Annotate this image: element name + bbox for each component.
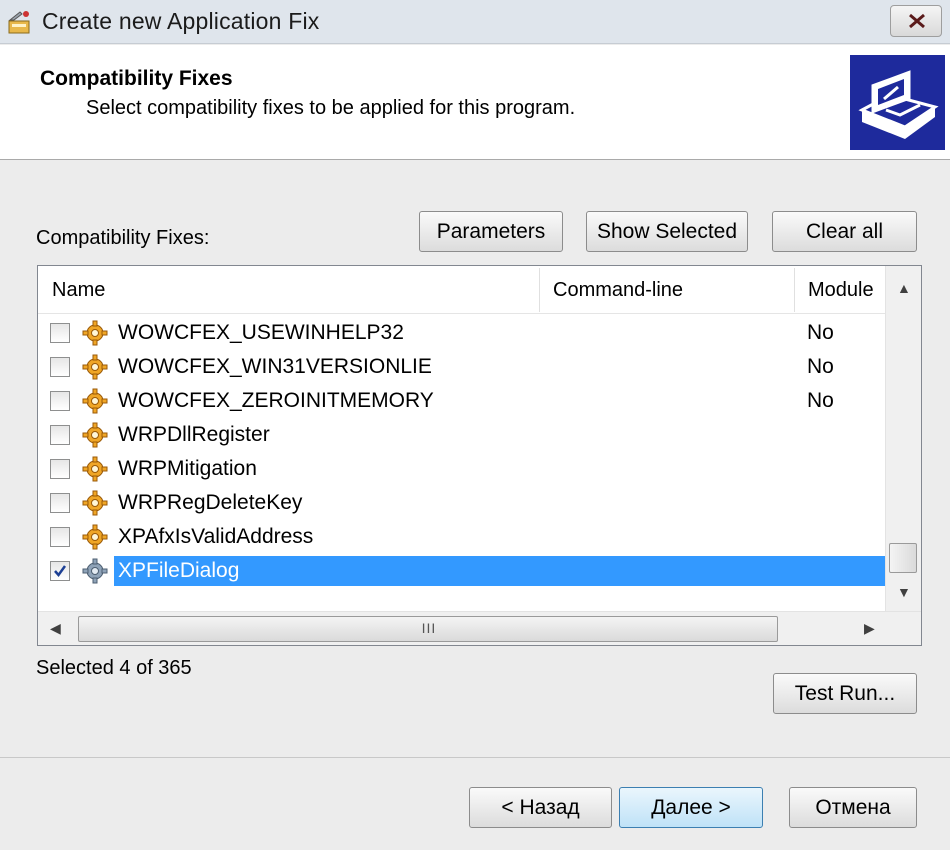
scroll-grip: III <box>421 620 437 636</box>
list-item[interactable]: WRPDllRegister <box>38 418 885 452</box>
page-title: Compatibility Fixes <box>40 67 233 90</box>
parameters-button[interactable]: Parameters <box>419 211 563 252</box>
fix-name: WRPMitigation <box>118 457 257 480</box>
clear-all-button[interactable]: Clear all <box>772 211 917 252</box>
fix-name: XPFileDialog <box>114 556 885 586</box>
cancel-button[interactable]: Отмена <box>789 787 917 828</box>
fix-gear-icon <box>82 456 108 482</box>
scroll-down-arrow-icon[interactable]: ▼ <box>897 584 911 600</box>
horizontal-scrollbar[interactable]: ◀ III ▶ <box>38 611 921 645</box>
fix-name: WOWCFEX_ZEROINITMEMORY <box>118 389 434 412</box>
checkbox-checked[interactable] <box>50 561 70 581</box>
wizard-header: Compatibility Fixes Select compatibility… <box>0 45 950 160</box>
list-item-selected[interactable]: XPFileDialog <box>38 554 885 588</box>
list-item[interactable]: WOWCFEX_USEWINHELP32 No <box>38 316 885 350</box>
fix-module: No <box>807 355 834 378</box>
show-selected-button[interactable]: Show Selected <box>586 211 748 252</box>
page-subtitle: Select compatibility fixes to be applied… <box>86 97 576 119</box>
fix-gear-icon <box>82 388 108 414</box>
scroll-right-arrow-icon[interactable]: ▶ <box>864 620 875 637</box>
fixes-list[interactable]: Name Command-line Module WOWCFEX_USEWINH… <box>37 265 922 646</box>
list-item[interactable]: XPAfxIsValidAddress <box>38 520 885 554</box>
fix-name: WOWCFEX_USEWINHELP32 <box>118 321 404 344</box>
vertical-scrollbar[interactable]: ▲ ▼ <box>885 266 921 611</box>
test-run-button[interactable]: Test Run... <box>773 673 917 714</box>
list-header: Name Command-line Module <box>38 266 885 314</box>
fixes-label: Compatibility Fixes: <box>36 227 210 249</box>
checkbox[interactable] <box>50 493 70 513</box>
next-button[interactable]: Далее > <box>619 787 763 828</box>
column-module[interactable]: Module <box>794 266 885 314</box>
checkbox[interactable] <box>50 391 70 411</box>
checkmark-icon <box>54 565 67 578</box>
list-item[interactable]: WOWCFEX_WIN31VERSIONLIE No <box>38 350 885 384</box>
app-fix-icon <box>8 11 30 34</box>
fix-gear-icon <box>82 422 108 448</box>
list-item[interactable]: WRPMitigation <box>38 452 885 486</box>
selection-count: Selected 4 of 365 <box>36 657 192 679</box>
close-button[interactable] <box>890 5 942 37</box>
fix-gear-icon <box>82 354 108 380</box>
column-command-line[interactable]: Command-line <box>539 266 794 314</box>
window-title: Create new Application Fix <box>42 8 320 34</box>
fix-gear-icon <box>82 490 108 516</box>
footer-divider <box>0 757 950 758</box>
title-bar: Create new Application Fix <box>0 0 950 44</box>
column-name[interactable]: Name <box>38 266 539 314</box>
checkbox[interactable] <box>50 357 70 377</box>
fix-name: WRPDllRegister <box>118 423 270 446</box>
fix-name: XPAfxIsValidAddress <box>118 525 314 548</box>
fix-gear-icon <box>82 524 108 550</box>
scroll-up-arrow-icon[interactable]: ▲ <box>897 280 911 296</box>
checkbox[interactable] <box>50 323 70 343</box>
list-item[interactable]: WOWCFEX_ZEROINITMEMORY No <box>38 384 885 418</box>
horizontal-scroll-thumb[interactable]: III <box>78 616 778 642</box>
back-button[interactable]: < Назад <box>469 787 612 828</box>
wizard-banner-icon <box>850 55 945 150</box>
fix-name: WRPRegDeleteKey <box>118 491 303 514</box>
vertical-scroll-thumb[interactable] <box>889 543 917 573</box>
scroll-left-arrow-icon[interactable]: ◀ <box>50 620 61 637</box>
close-icon <box>909 13 925 29</box>
checkbox[interactable] <box>50 527 70 547</box>
fix-name: WOWCFEX_WIN31VERSIONLIE <box>118 355 432 378</box>
checkbox[interactable] <box>50 459 70 479</box>
fix-module: No <box>807 321 834 344</box>
fix-gear-icon <box>82 320 108 346</box>
fix-gear-icon <box>82 558 108 584</box>
fix-module: No <box>807 389 834 412</box>
list-item[interactable]: WRPRegDeleteKey <box>38 486 885 520</box>
checkbox[interactable] <box>50 425 70 445</box>
